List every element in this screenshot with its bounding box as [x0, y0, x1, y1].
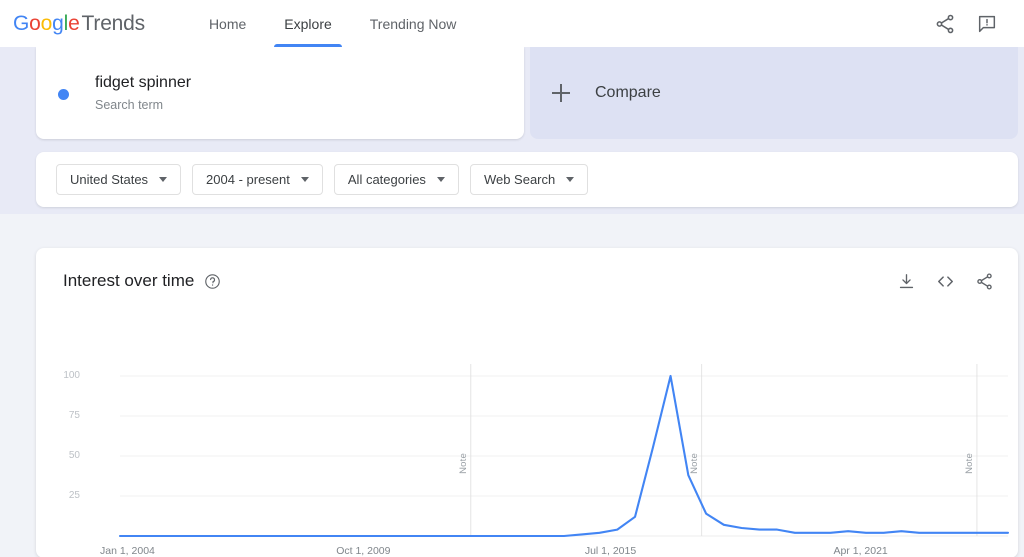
filter-time-range-label: 2004 - present [206, 172, 290, 187]
interest-over-time-card: Interest over time 100 75 50 25 Jan 1, 2… [36, 248, 1018, 557]
chart-x-tick: Apr 1, 2021 [833, 545, 888, 557]
chart-gridlines [120, 375, 1008, 537]
chart-y-tick: 75 [68, 410, 80, 421]
chart-note-label: Note [963, 452, 975, 474]
filter-category[interactable]: All categories [333, 164, 459, 195]
filter-search-type-label: Web Search [483, 172, 556, 187]
nav-item-explore[interactable]: Explore [272, 0, 343, 47]
share-icon[interactable] [934, 13, 956, 35]
help-icon[interactable] [204, 273, 221, 290]
nav-item-trending-now[interactable]: Trending Now [358, 0, 469, 47]
interest-over-time-chart[interactable]: 100 75 50 25 Jan 1, 2004 Oct 1, 2009 Jul 1, 2… [36, 356, 1018, 557]
chevron-down-icon [566, 177, 575, 182]
filter-location[interactable]: United States [56, 164, 182, 195]
download-icon[interactable] [897, 272, 916, 291]
chart-svg [118, 364, 1010, 538]
share-icon[interactable] [975, 272, 994, 291]
feedback-icon[interactable] [976, 13, 998, 35]
compare-button[interactable]: Compare [530, 47, 1018, 139]
trends-wordmark: Trends [81, 12, 146, 35]
chevron-down-icon [300, 177, 309, 182]
main-nav: Home Explore Trending Now [197, 0, 482, 47]
nav-item-home[interactable]: Home [197, 0, 258, 47]
filter-location-label: United States [70, 172, 149, 187]
app-header: Google Trends Home Explore Trending Now [0, 0, 1024, 47]
filter-search-type[interactable]: Web Search [469, 164, 589, 195]
filter-bar: United States 2004 - present All categor… [36, 152, 1018, 207]
chart-note-label: Note [457, 452, 469, 474]
google-trends-logo[interactable]: Google Trends [13, 13, 145, 34]
google-wordmark: Google [13, 12, 80, 35]
search-term-card[interactable]: fidget spinner Search term [36, 47, 524, 139]
chart-note-lines [470, 364, 978, 536]
search-term-label: fidget spinner [95, 74, 192, 91]
chart-note-label: Note [688, 452, 700, 474]
series-color-dot [58, 88, 69, 100]
header-actions [934, 13, 998, 35]
chart-header: Interest over time [63, 270, 994, 292]
chart-actions [897, 272, 994, 291]
chart-y-tick: 50 [68, 450, 80, 461]
chart-x-tick: Jan 1, 2004 [100, 545, 155, 557]
chevron-down-icon [159, 177, 168, 182]
query-row: fidget spinner Search term Compare [36, 47, 1018, 139]
chart-y-tick: 25 [68, 490, 80, 501]
embed-icon[interactable] [936, 272, 955, 291]
chart-x-tick: Oct 1, 2009 [336, 545, 391, 557]
search-term-text: fidget spinner Search term [95, 73, 191, 113]
chevron-down-icon [436, 177, 445, 182]
filter-category-label: All categories [347, 172, 426, 187]
search-term-type: Search term [95, 98, 164, 112]
chart-x-tick: Jul 1, 2015 [584, 545, 637, 557]
trends-page: GoogleTrends Home Explore Trending Now [0, 0, 1024, 557]
chart-y-tick: 100 [63, 370, 80, 381]
filter-time-range[interactable]: 2004 - present [192, 164, 323, 195]
compare-label: Compare [595, 84, 661, 101]
chart-title: Interest over time [63, 271, 195, 290]
plus-icon [552, 84, 570, 102]
